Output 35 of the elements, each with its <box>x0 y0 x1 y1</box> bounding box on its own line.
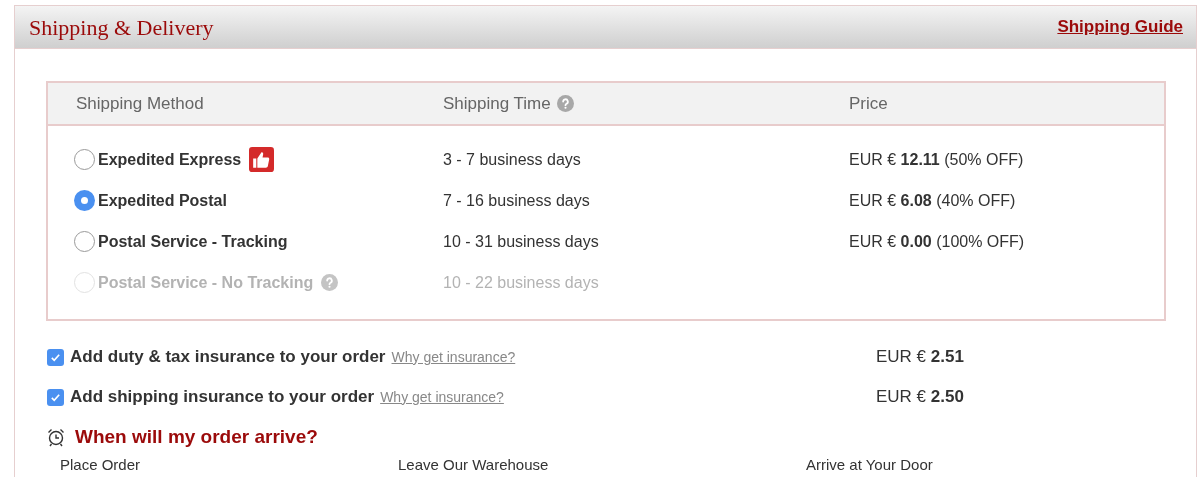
thumbs-up-icon <box>249 147 275 172</box>
alarm-clock-icon <box>46 427 66 448</box>
shipping-time: 3 - 7 business days <box>443 149 582 170</box>
checkbox[interactable] <box>47 388 64 406</box>
shipping-method[interactable]: Expedited Express <box>98 147 242 172</box>
shipping-method[interactable]: Postal Service - Tracking <box>98 229 288 254</box>
arrival-step: Arrive at Your Door <box>806 455 1166 474</box>
panel-title: Shipping & Delivery <box>29 13 214 42</box>
shipping-time: 7 - 16 business days <box>443 190 591 211</box>
arrival-heading: When will my order arrive? <box>75 425 318 449</box>
shipping-time: 10 - 22 business days <box>443 272 600 293</box>
column-header: Shipping Method <box>76 92 204 115</box>
insurance-info-link[interactable]: Why get insurance? <box>380 386 504 408</box>
insurance-label[interactable]: Add duty & tax insurance to your order <box>70 344 386 370</box>
insurance-price: EUR € 2.50 <box>876 386 965 409</box>
insurance-label[interactable]: Add shipping insurance to your order <box>70 384 375 410</box>
shipping-price: EUR € 12.11 (50% OFF) <box>849 149 1025 170</box>
arrival-step: Place Order <box>60 455 398 474</box>
insurance-price: EUR € 2.51 <box>876 346 965 369</box>
shipping-method[interactable]: Expedited Postal <box>98 188 227 213</box>
shipping-time: 10 - 31 business days <box>443 231 600 252</box>
column-header: Price <box>849 92 888 115</box>
arrival-step: Leave Our Warehouse <box>398 455 806 474</box>
checkbox[interactable] <box>47 348 64 366</box>
shipping-price: EUR € 6.08 (40% OFF) <box>849 190 1017 211</box>
shipping-price: EUR € 0.00 (100% OFF) <box>849 231 1026 252</box>
insurance-info-link[interactable]: Why get insurance? <box>391 346 516 368</box>
radio-button[interactable] <box>74 190 95 211</box>
checkmark-icon <box>50 391 61 403</box>
help-icon[interactable] <box>556 95 574 112</box>
column-header: Shipping Time <box>443 92 551 115</box>
radio-button[interactable] <box>74 149 95 170</box>
shipping-guide-link[interactable]: Shipping Guide <box>1057 14 1183 40</box>
checkmark-icon <box>50 351 61 363</box>
radio-button[interactable] <box>74 231 95 252</box>
